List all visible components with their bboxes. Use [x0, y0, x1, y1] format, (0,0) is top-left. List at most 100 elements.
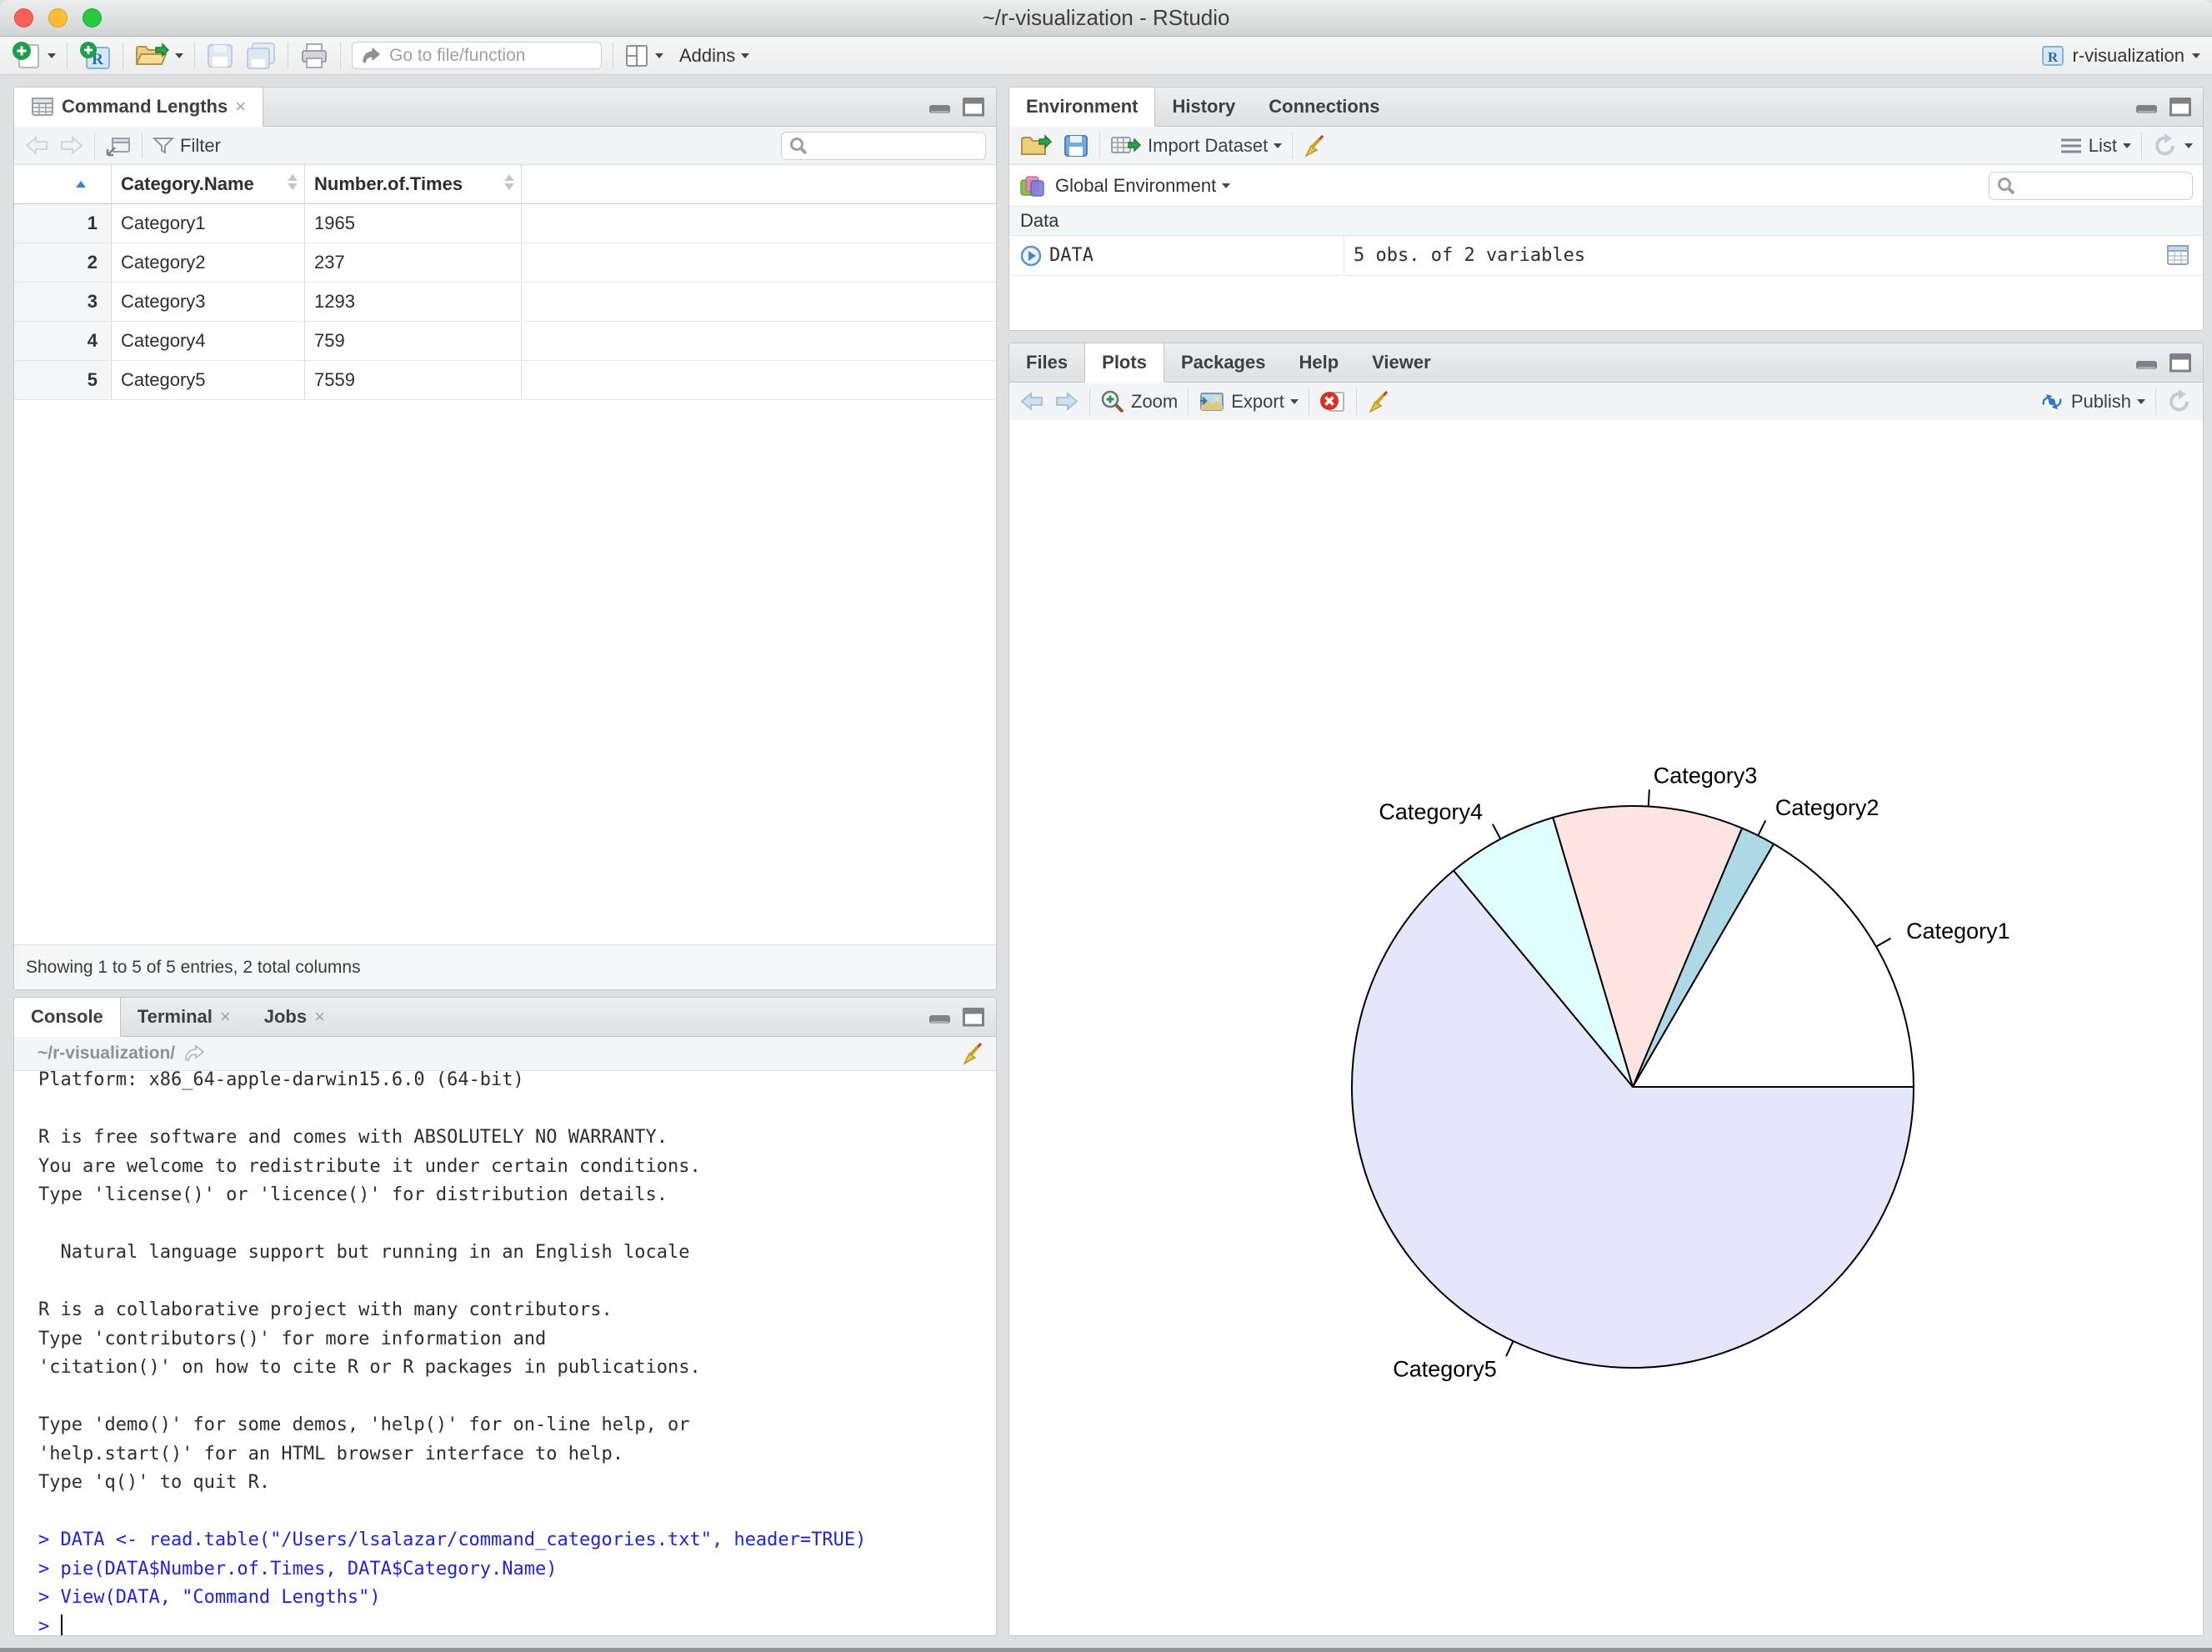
previous-plot-icon[interactable]	[1019, 391, 1044, 413]
clear-all-plots-icon[interactable]	[1367, 389, 1392, 414]
r-project-cube-icon: R	[2040, 43, 2065, 68]
tab-connections[interactable]: Connections	[1252, 88, 1396, 126]
data-viewer-search-input[interactable]	[813, 135, 978, 156]
minimize-pane-icon[interactable]	[2134, 352, 2159, 373]
working-directory: ~/r-visualization/	[38, 1044, 176, 1063]
table-row[interactable]: 5 Category5 7559	[14, 361, 996, 400]
minimize-pane-icon[interactable]	[928, 96, 953, 118]
close-window-button[interactable]	[14, 8, 33, 28]
workspace: Command Lengths × Filter Category.Name N…	[0, 75, 2212, 1652]
zoom-plot-button[interactable]: Zoom	[1100, 389, 1178, 414]
table-row[interactable]: 2 Category2 237	[14, 243, 996, 283]
console-output-line: Platform: x86_64-apple-darwin15.6.0 (64-…	[38, 1069, 524, 1090]
nav-forward-icon[interactable]	[59, 135, 84, 157]
maximize-pane-icon[interactable]	[961, 1006, 986, 1028]
clear-environment-icon[interactable]	[1303, 133, 1328, 158]
console-output[interactable]: Platform: x86_64-apple-darwin15.6.0 (64-…	[14, 1066, 996, 1635]
open-file-caret	[175, 53, 183, 58]
tab-console[interactable]: Console	[14, 998, 121, 1037]
goto-file-box[interactable]	[352, 42, 602, 69]
project-name: r-visualization	[2072, 44, 2185, 66]
remove-plot-icon[interactable]	[1319, 389, 1346, 414]
maximize-pane-icon[interactable]	[2168, 96, 2193, 118]
new-project-button[interactable]: R	[78, 40, 112, 72]
expand-object-icon[interactable]	[1019, 244, 1043, 268]
view-table-icon[interactable]	[2166, 244, 2189, 266]
global-environment-icon	[1019, 173, 1046, 198]
tab-environment[interactable]: Environment	[1009, 88, 1156, 127]
open-in-new-window-icon[interactable]	[105, 134, 132, 158]
zoom-magnifier-icon	[1100, 389, 1125, 414]
column-header-number-of-times[interactable]: Number.of.Times	[305, 164, 522, 203]
close-tab-icon[interactable]: ×	[220, 1006, 231, 1028]
minimize-pane-icon[interactable]	[2134, 96, 2159, 118]
addins-button[interactable]: Addins	[679, 45, 750, 67]
tab-jobs[interactable]: Jobs ×	[248, 998, 342, 1036]
minimize-pane-icon[interactable]	[928, 1006, 953, 1028]
minimize-window-button[interactable]	[48, 8, 68, 28]
console-output-line: You are welcome to redistribute it under…	[38, 1155, 701, 1177]
list-view-button[interactable]: List	[2059, 135, 2131, 157]
row-number-header[interactable]	[14, 164, 112, 203]
plots-tabstrip: Files Plots Packages Help Viewer	[1009, 343, 2203, 383]
column-header-category-name[interactable]: Category.Name	[112, 164, 305, 203]
pie-label-category3: Category3	[1654, 763, 1758, 788]
export-plot-button[interactable]: Export	[1199, 391, 1299, 413]
project-selector[interactable]: R r-visualization	[2040, 43, 2200, 68]
table-row[interactable]: 1 Category1 1965	[14, 204, 996, 243]
maximize-pane-icon[interactable]	[961, 96, 986, 118]
tab-viewer[interactable]: Viewer	[1355, 343, 1448, 382]
save-workspace-icon[interactable]	[1063, 133, 1089, 158]
environment-search-input[interactable]	[2021, 175, 2185, 196]
console-output-line: Type 'contributors()' for more informati…	[38, 1328, 547, 1349]
goto-directory-icon[interactable]	[183, 1044, 206, 1064]
sort-active-icon	[76, 180, 86, 188]
load-workspace-icon[interactable]	[1019, 133, 1053, 158]
new-file-button[interactable]	[12, 41, 56, 71]
data-viewer-search[interactable]	[781, 131, 986, 160]
refresh-caret	[2184, 143, 2193, 148]
zoom-window-button[interactable]	[83, 8, 102, 28]
maximize-pane-icon[interactable]	[2168, 352, 2193, 373]
new-file-icon	[12, 41, 42, 71]
panes-layout-button[interactable]	[624, 43, 663, 68]
close-tab-icon[interactable]: ×	[314, 1006, 325, 1028]
tab-history[interactable]: History	[1155, 88, 1252, 126]
next-plot-icon[interactable]	[1054, 391, 1079, 413]
open-file-button[interactable]	[134, 42, 183, 69]
environment-search[interactable]	[1989, 171, 2193, 200]
save-all-button[interactable]	[245, 42, 277, 70]
goto-arrow-icon	[361, 47, 381, 65]
environment-scope-selector[interactable]: Global Environment	[1055, 175, 1231, 197]
environment-object-row[interactable]: DATA 5 obs. of 2 variables	[1009, 236, 2203, 276]
tab-files[interactable]: Files	[1009, 343, 1084, 382]
publish-button[interactable]: Publish	[2039, 391, 2145, 413]
tab-command-lengths[interactable]: Command Lengths ×	[14, 88, 264, 127]
refresh-environment-button[interactable]	[2152, 133, 2193, 158]
save-button[interactable]	[206, 43, 234, 69]
import-dataset-button[interactable]: Import Dataset	[1110, 134, 1283, 158]
console-tabstrip: Console Terminal × Jobs ×	[14, 998, 996, 1037]
refresh-icon	[2152, 133, 2179, 158]
table-cell: 759	[305, 322, 522, 360]
title-bar: ~/r-visualization - RStudio	[0, 0, 2212, 37]
refresh-plot-icon[interactable]	[2166, 388, 2193, 414]
goto-file-input[interactable]	[388, 44, 593, 67]
table-row[interactable]: 4 Category4 759	[14, 322, 996, 361]
table-header-row: Category.Name Number.of.Times	[14, 164, 996, 204]
table-cell: 1293	[305, 283, 522, 321]
close-tab-icon[interactable]: ×	[235, 96, 246, 118]
filter-button[interactable]: Filter	[153, 135, 221, 157]
tab-terminal[interactable]: Terminal ×	[121, 998, 248, 1036]
nav-back-icon[interactable]	[24, 135, 49, 157]
console-output-line: 'citation()' on how to cite R or R packa…	[38, 1357, 701, 1378]
print-button[interactable]	[299, 43, 329, 69]
tab-packages[interactable]: Packages	[1164, 343, 1283, 382]
table-row[interactable]: 3 Category3 1293	[14, 283, 996, 322]
console-output-line: Type 'demo()' for some demos, 'help()' f…	[38, 1414, 690, 1435]
tab-help[interactable]: Help	[1282, 343, 1355, 382]
tab-plots[interactable]: Plots	[1084, 343, 1164, 383]
clear-console-icon[interactable]	[961, 1041, 986, 1066]
table-cell: Category4	[112, 322, 305, 360]
